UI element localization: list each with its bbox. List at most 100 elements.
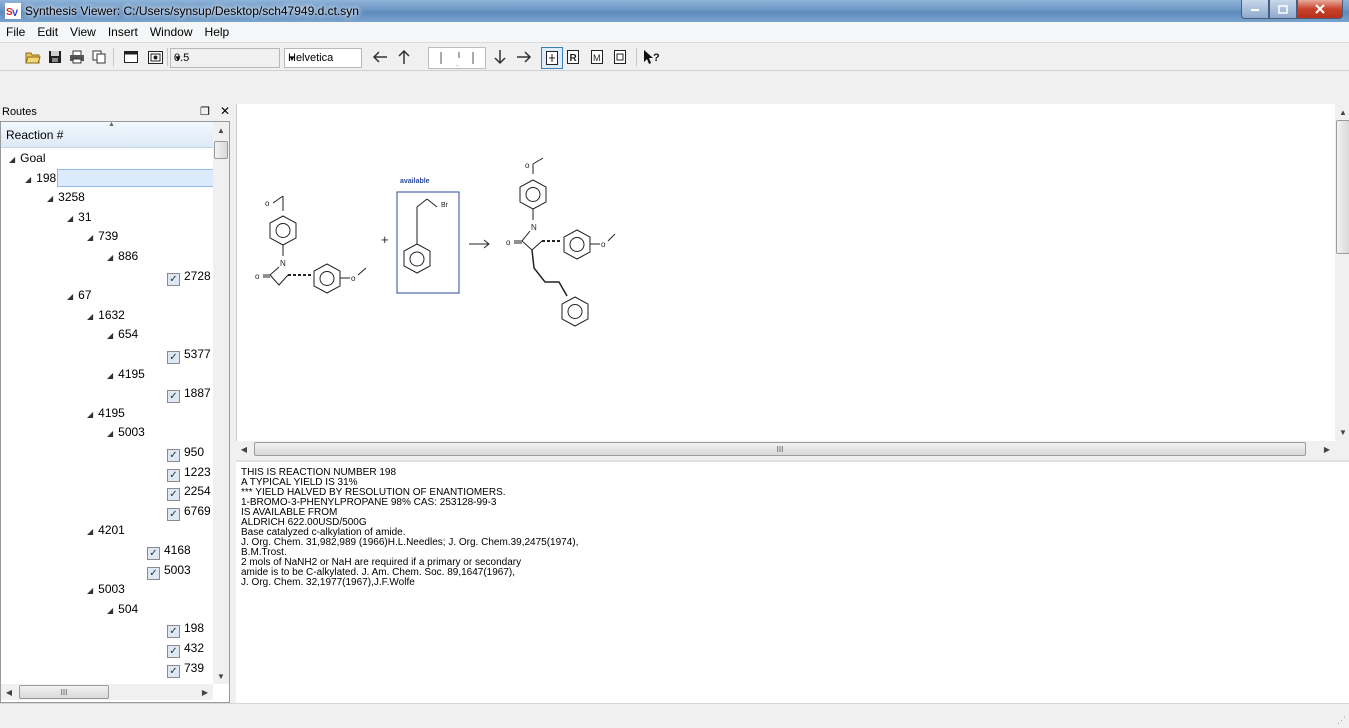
scroll-right-icon[interactable]: ▶ xyxy=(197,684,213,700)
scroll-right-icon[interactable]: ▶ xyxy=(1319,441,1335,457)
tree-item-432[interactable]: ✓ 432 xyxy=(167,639,204,658)
arrow-left-icon[interactable] xyxy=(370,47,390,67)
checkbox[interactable]: ✓ xyxy=(147,547,160,560)
close-button[interactable] xyxy=(1297,0,1343,19)
scroll-down-icon[interactable]: ▼ xyxy=(213,668,229,684)
tree-item-198[interactable]: ✓ 198 xyxy=(167,619,204,639)
zoom-select[interactable]: 0.5 ▼ xyxy=(170,48,280,68)
tree-item-3258[interactable]: ◢ 3258 xyxy=(47,188,85,206)
tree-item-1887[interactable]: ✓ 1887 xyxy=(167,384,211,404)
menu-edit[interactable]: Edit xyxy=(31,22,64,42)
scroll-thumb[interactable]: III xyxy=(19,685,109,699)
canvas-vertical-scrollbar[interactable]: ▲ ▼ xyxy=(1335,104,1349,441)
resize-grip-icon[interactable]: ⋰ xyxy=(1337,715,1346,726)
tree-horizontal-scrollbar[interactable]: ◀ III ▶ xyxy=(1,684,213,700)
checkbox[interactable]: ✓ xyxy=(167,449,180,462)
tree-item-504[interactable]: ◢ 504 xyxy=(107,600,138,618)
scroll-left-icon[interactable]: ◀ xyxy=(236,441,252,457)
reaction-canvas[interactable]: o N o o + available Br o N o o xyxy=(236,104,1336,441)
expand-toggle-icon[interactable]: ◢ xyxy=(107,606,113,615)
tree-item-1632[interactable]: ◢ 1632 xyxy=(87,306,125,324)
scroll-left-icon[interactable]: ◀ xyxy=(1,684,17,700)
reaction-column-header[interactable]: Reaction # ▲ xyxy=(1,122,213,148)
tree-item-2728[interactable]: ✓ 2728 xyxy=(167,267,211,286)
menu-insert[interactable]: Insert xyxy=(102,22,144,42)
tree-item-4201[interactable]: ◢ 4201 xyxy=(87,521,125,539)
tree-item-Goal[interactable]: ◢ Goal xyxy=(9,149,46,167)
expand-toggle-icon[interactable]: ◢ xyxy=(47,194,53,203)
checkbox[interactable]: ✓ xyxy=(167,272,180,286)
canvas-horizontal-scrollbar[interactable]: ◀ III ▶ xyxy=(236,441,1335,457)
checkbox[interactable]: ✓ xyxy=(167,625,180,639)
tree-item-5003[interactable]: ◢ 5003 xyxy=(87,580,125,598)
expand-toggle-icon[interactable]: ◢ xyxy=(87,586,93,595)
expand-toggle-icon[interactable]: ◢ xyxy=(87,410,93,419)
expand-toggle-icon[interactable]: ◢ xyxy=(9,155,15,164)
expand-toggle-icon[interactable]: ◢ xyxy=(25,175,31,184)
window-icon[interactable] xyxy=(121,47,141,67)
print-icon[interactable] xyxy=(67,47,87,67)
expand-toggle-icon[interactable]: ◢ xyxy=(107,429,113,438)
expand-toggle-icon[interactable]: ◢ xyxy=(67,214,73,223)
tree-vertical-scrollbar[interactable]: ▲ ▼ xyxy=(213,122,229,684)
tree-item-950[interactable]: ✓ 950 xyxy=(167,443,204,462)
tree-item-654[interactable]: ◢ 654 xyxy=(107,325,138,343)
save-icon[interactable] xyxy=(45,47,65,67)
tree-item-4168[interactable]: ✓ 4168 xyxy=(147,541,191,560)
scroll-up-icon[interactable]: ▲ xyxy=(1335,104,1349,120)
open-folder-icon[interactable] xyxy=(23,47,43,67)
view-mode-1-icon[interactable] xyxy=(541,47,563,69)
menu-view[interactable]: View xyxy=(64,22,102,42)
checkbox[interactable]: ✓ xyxy=(167,390,180,404)
minimize-button[interactable] xyxy=(1241,0,1269,19)
routes-tree[interactable]: Reaction # ▲ ◢ Goal ◢ 198 ◢ 3258 ◢ 31 ◢ 739 ◢ 886 ✓ 2… xyxy=(0,121,230,703)
checkbox[interactable]: ✓ xyxy=(147,566,160,580)
view-mode-4-icon[interactable] xyxy=(610,47,630,67)
expand-toggle-icon[interactable]: ◢ xyxy=(67,292,73,301)
tree-item-6769[interactable]: ✓ 6769 xyxy=(167,502,211,521)
tree-item-886[interactable]: ◢ 886 xyxy=(107,247,138,265)
expand-toggle-icon[interactable]: ◢ xyxy=(87,233,93,242)
tree-item-4195[interactable]: ◢ 4195 xyxy=(107,365,145,383)
tree-item-2254[interactable]: ✓ 2254 xyxy=(167,482,211,502)
arrow-up-icon[interactable] xyxy=(394,47,414,67)
copy-icon[interactable] xyxy=(89,47,109,67)
expand-toggle-icon[interactable]: ◢ xyxy=(107,253,113,262)
arrow-right-icon[interactable] xyxy=(514,47,534,67)
menu-window[interactable]: Window xyxy=(144,22,199,42)
tree-item-1223[interactable]: ✓ 1223 xyxy=(167,463,211,482)
screenshot-icon[interactable] xyxy=(145,47,165,67)
scroll-down-icon[interactable]: ▼ xyxy=(1335,424,1349,440)
expand-toggle-icon[interactable]: ◢ xyxy=(107,371,113,380)
scroll-thumb[interactable] xyxy=(214,141,228,159)
tree-item-67[interactable]: ◢ 67 xyxy=(67,286,92,304)
checkbox[interactable]: ✓ xyxy=(167,488,180,502)
tree-item-5377[interactable]: ✓ 5377 xyxy=(167,345,211,364)
checkbox[interactable]: ✓ xyxy=(167,507,180,521)
float-icon[interactable]: ❐ xyxy=(200,105,210,118)
menu-help[interactable]: Help xyxy=(199,22,236,42)
context-help-icon[interactable]: ? xyxy=(642,47,662,67)
tree-item-739[interactable]: ✓ 739 xyxy=(167,659,204,678)
scroll-thumb[interactable] xyxy=(1336,120,1349,254)
tree-item-5003[interactable]: ◢ 5003 xyxy=(107,423,145,441)
reaction-notes[interactable]: THIS IS REACTION NUMBER 198 A TYPICAL YI… xyxy=(236,460,1349,703)
tree-item-4195[interactable]: ◢ 4195 xyxy=(87,404,125,422)
checkbox[interactable]: ✓ xyxy=(167,645,180,658)
arrow-down-icon[interactable] xyxy=(490,47,510,67)
close-icon[interactable]: ✕ xyxy=(220,104,230,118)
menu-file[interactable]: File xyxy=(0,22,31,42)
scroll-up-icon[interactable]: ▲ xyxy=(213,122,229,138)
expand-toggle-icon[interactable]: ◢ xyxy=(87,312,93,321)
step-input[interactable]: . xyxy=(428,47,486,69)
expand-toggle-icon[interactable]: ◢ xyxy=(87,527,93,536)
tree-item-198[interactable]: ◢ 198 xyxy=(25,169,56,187)
font-select[interactable]: Helvetica ▼ xyxy=(284,48,362,68)
checkbox[interactable]: ✓ xyxy=(167,468,180,482)
tree-item-31[interactable]: ◢ 31 xyxy=(67,208,92,226)
tree-item-5003[interactable]: ✓ 5003 xyxy=(147,561,191,580)
maximize-button[interactable] xyxy=(1269,0,1297,19)
view-mode-3-icon[interactable]: M xyxy=(587,47,607,67)
view-mode-2-icon[interactable]: R xyxy=(563,47,583,67)
expand-toggle-icon[interactable]: ◢ xyxy=(107,331,113,340)
